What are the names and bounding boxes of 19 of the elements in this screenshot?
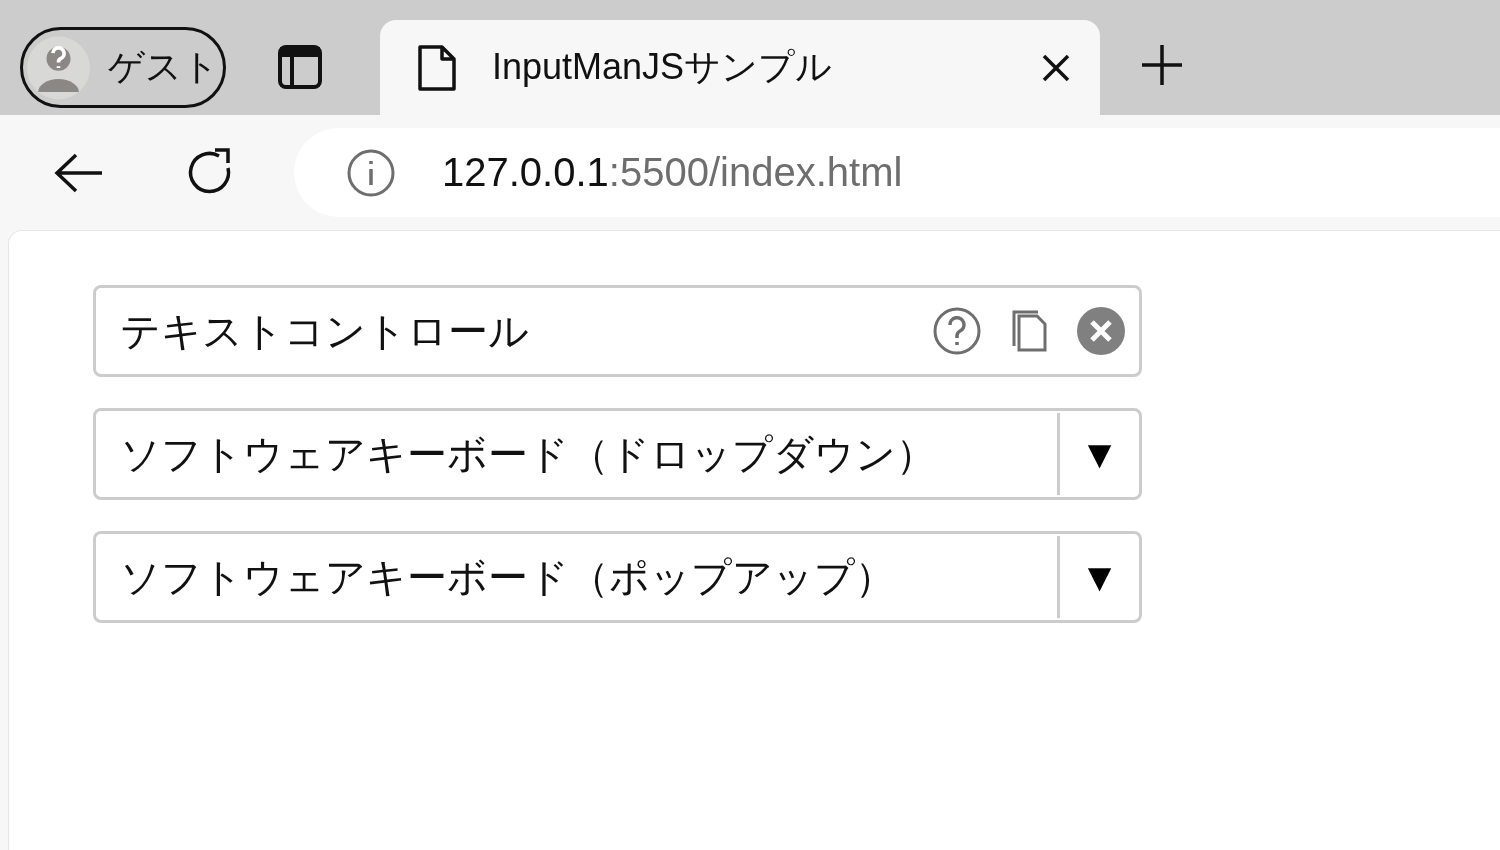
url-host: 127.0.0.1	[442, 150, 609, 195]
input-text[interactable]: ソフトウェアキーボード（ポップアップ）	[96, 554, 1057, 600]
tab-title: InputManJSサンプル	[492, 45, 834, 89]
clear-icon[interactable]	[1076, 306, 1126, 356]
input-text[interactable]: ソフトウェアキーボード（ドロップダウン）	[96, 431, 1057, 477]
new-tab-icon[interactable]	[1140, 43, 1184, 87]
document-icon	[416, 42, 458, 93]
back-icon[interactable]	[54, 152, 104, 193]
url-path: :5500/index.html	[608, 150, 903, 195]
help-icon[interactable]	[932, 306, 982, 356]
input-text[interactable]: テキストコントロール	[96, 308, 932, 354]
sidebar-icon[interactable]	[278, 45, 322, 89]
text-field[interactable]: テキストコントロール	[93, 285, 1142, 377]
browser-tab[interactable]: InputManJSサンプル	[380, 20, 1100, 115]
combo-box[interactable]: ソフトウェアキーボード（ドロップダウン） ▼	[93, 408, 1142, 500]
address-bar[interactable]: 127.0.0.1:5500/index.html	[294, 128, 1500, 217]
combo-box[interactable]: ソフトウェアキーボード（ポップアップ） ▼	[93, 531, 1142, 623]
info-icon[interactable]	[346, 147, 396, 198]
profile-button[interactable]: ゲスト	[20, 27, 226, 108]
